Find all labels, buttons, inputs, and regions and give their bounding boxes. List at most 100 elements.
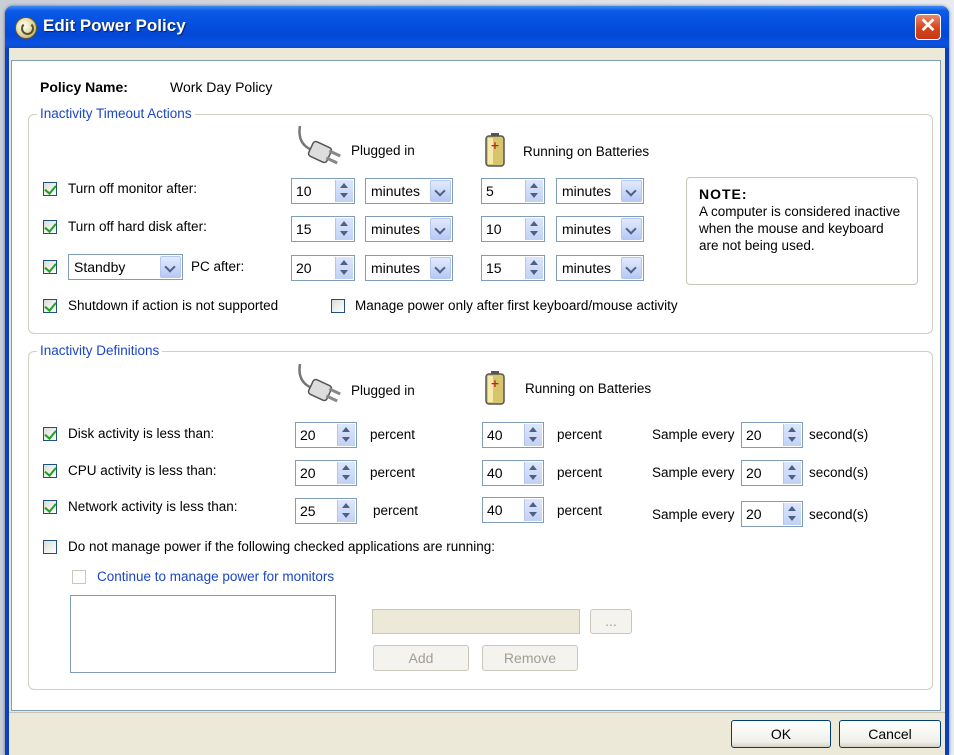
manage-after-activity-label: Manage power only after first keyboard/m… (355, 298, 678, 313)
cancel-button[interactable]: Cancel (839, 720, 941, 748)
title-bar[interactable]: Edit Power Policy ✕ (5, 6, 949, 48)
cpu-plugged-stepper[interactable]: 20 (295, 460, 357, 486)
stepper-arrows-icon[interactable] (524, 462, 542, 484)
monitor-plugged-unit-select[interactable]: minutes (365, 178, 453, 204)
ok-button[interactable]: OK (731, 720, 831, 748)
monitor-label: Turn off monitor after: (68, 181, 198, 196)
application-path-input[interactable] (372, 609, 580, 634)
harddisk-battery-unit: minutes (562, 221, 612, 237)
cpu-activity-checkbox[interactable] (43, 464, 57, 478)
add-button[interactable]: Add (373, 645, 469, 671)
monitor-plugged-unit: minutes (371, 183, 421, 199)
stepper-arrows-icon[interactable] (783, 503, 801, 525)
chevron-down-icon[interactable] (430, 218, 451, 240)
network-activity-checkbox[interactable] (43, 500, 57, 514)
harddisk-plugged-unit: minutes (371, 221, 421, 237)
stepper-arrows-icon[interactable] (525, 257, 543, 279)
monitor-checkbox[interactable] (43, 182, 57, 196)
cpu-sample-label: Sample every (652, 465, 735, 480)
note-box: NOTE: A computer is considered inactive … (686, 177, 918, 285)
monitor-battery-unit-select[interactable]: minutes (556, 178, 644, 204)
chevron-down-icon[interactable] (160, 256, 181, 278)
stepper-arrows-icon[interactable] (783, 424, 801, 446)
plug-icon (298, 125, 341, 165)
manage-after-activity-checkbox[interactable] (331, 299, 345, 313)
timeout-plugged-label: Plugged in (351, 143, 415, 158)
stepper-arrows-icon[interactable] (337, 500, 355, 522)
pc-plugged-stepper[interactable]: 20 (291, 255, 355, 281)
monitors-label: Continue to manage power for monitors (97, 569, 335, 584)
cpu-sample-stepper[interactable]: 20 (741, 460, 803, 486)
monitor-plugged-stepper[interactable]: 10 (291, 178, 355, 204)
network-sample-stepper[interactable]: 20 (741, 501, 803, 527)
stepper-arrows-icon[interactable] (335, 180, 353, 202)
svg-text:+: + (490, 377, 499, 390)
network-battery-value: 40 (487, 502, 503, 518)
monitor-battery-value: 5 (486, 183, 494, 199)
harddisk-battery-stepper[interactable]: 10 (481, 216, 545, 242)
network-sample-unit: second(s) (809, 507, 869, 522)
disk-battery-value: 40 (487, 427, 503, 443)
cpu-battery-unit: percent (557, 465, 603, 480)
disk-sample-stepper[interactable]: 20 (741, 422, 803, 448)
window-title: Edit Power Policy (43, 16, 186, 35)
remove-button[interactable]: Remove (482, 645, 578, 671)
disk-activity-checkbox[interactable] (43, 427, 57, 441)
disk-battery-stepper[interactable]: 40 (482, 422, 544, 448)
monitors-checkbox[interactable] (72, 570, 86, 584)
disk-plugged-unit: percent (370, 427, 416, 442)
pc-battery-unit-select[interactable]: minutes (556, 255, 644, 281)
apps-running-label: Do not manage power if the following che… (68, 539, 496, 554)
harddisk-checkbox[interactable] (43, 220, 57, 234)
standby-checkbox[interactable] (43, 260, 57, 274)
monitor-battery-unit: minutes (562, 183, 612, 199)
chevron-down-icon[interactable] (621, 180, 642, 202)
policy-name-value: Work Day Policy (170, 79, 273, 95)
harddisk-label: Turn off hard disk after: (68, 219, 207, 234)
harddisk-plugged-stepper[interactable]: 15 (291, 216, 355, 242)
plug-icon (298, 363, 341, 403)
disk-sample-value: 20 (746, 427, 762, 443)
cpu-sample-unit: second(s) (809, 465, 869, 480)
pc-action-value: Standby (74, 259, 126, 275)
definitions-plugged-label: Plugged in (351, 383, 415, 398)
stepper-arrows-icon[interactable] (337, 424, 355, 446)
chevron-down-icon[interactable] (430, 257, 451, 279)
pc-action-select[interactable]: Standby (68, 254, 183, 280)
apps-running-checkbox[interactable] (43, 540, 57, 554)
stepper-arrows-icon[interactable] (335, 257, 353, 279)
stepper-arrows-icon[interactable] (525, 180, 543, 202)
harddisk-battery-unit-select[interactable]: minutes (556, 216, 644, 242)
stepper-arrows-icon[interactable] (335, 218, 353, 240)
stepper-arrows-icon[interactable] (524, 424, 542, 446)
network-plugged-stepper[interactable]: 25 (295, 498, 357, 524)
cpu-battery-stepper[interactable]: 40 (482, 460, 544, 486)
network-sample-label: Sample every (652, 507, 735, 522)
pc-battery-value: 15 (486, 260, 502, 276)
shutdown-checkbox[interactable] (43, 299, 57, 313)
policy-name-label: Policy Name: (40, 79, 128, 95)
chevron-down-icon[interactable] (430, 180, 451, 202)
chevron-down-icon[interactable] (621, 218, 642, 240)
chevron-down-icon[interactable] (621, 257, 642, 279)
disk-plugged-stepper[interactable]: 20 (295, 422, 357, 448)
pc-plugged-unit-select[interactable]: minutes (365, 255, 453, 281)
harddisk-plugged-unit-select[interactable]: minutes (365, 216, 453, 242)
network-activity-label: Network activity is less than: (68, 499, 238, 514)
network-battery-stepper[interactable]: 40 (482, 497, 544, 523)
monitor-battery-stepper[interactable]: 5 (481, 178, 545, 204)
pc-battery-stepper[interactable]: 15 (481, 255, 545, 281)
battery-icon: + (485, 133, 505, 167)
shutdown-label: Shutdown if action is not supported (68, 298, 279, 313)
stepper-arrows-icon[interactable] (337, 462, 355, 484)
browse-button[interactable]: ... (590, 609, 632, 634)
cpu-activity-label: CPU activity is less than: (68, 463, 217, 478)
stepper-arrows-icon[interactable] (525, 218, 543, 240)
note-text: A computer is considered inactive when t… (699, 204, 901, 253)
timeout-actions-legend: Inactivity Timeout Actions (37, 106, 195, 121)
close-button[interactable]: ✕ (915, 14, 941, 40)
stepper-arrows-icon[interactable] (524, 499, 542, 521)
applications-listbox[interactable] (70, 595, 336, 673)
stepper-arrows-icon[interactable] (783, 462, 801, 484)
network-sample-value: 20 (746, 506, 762, 522)
